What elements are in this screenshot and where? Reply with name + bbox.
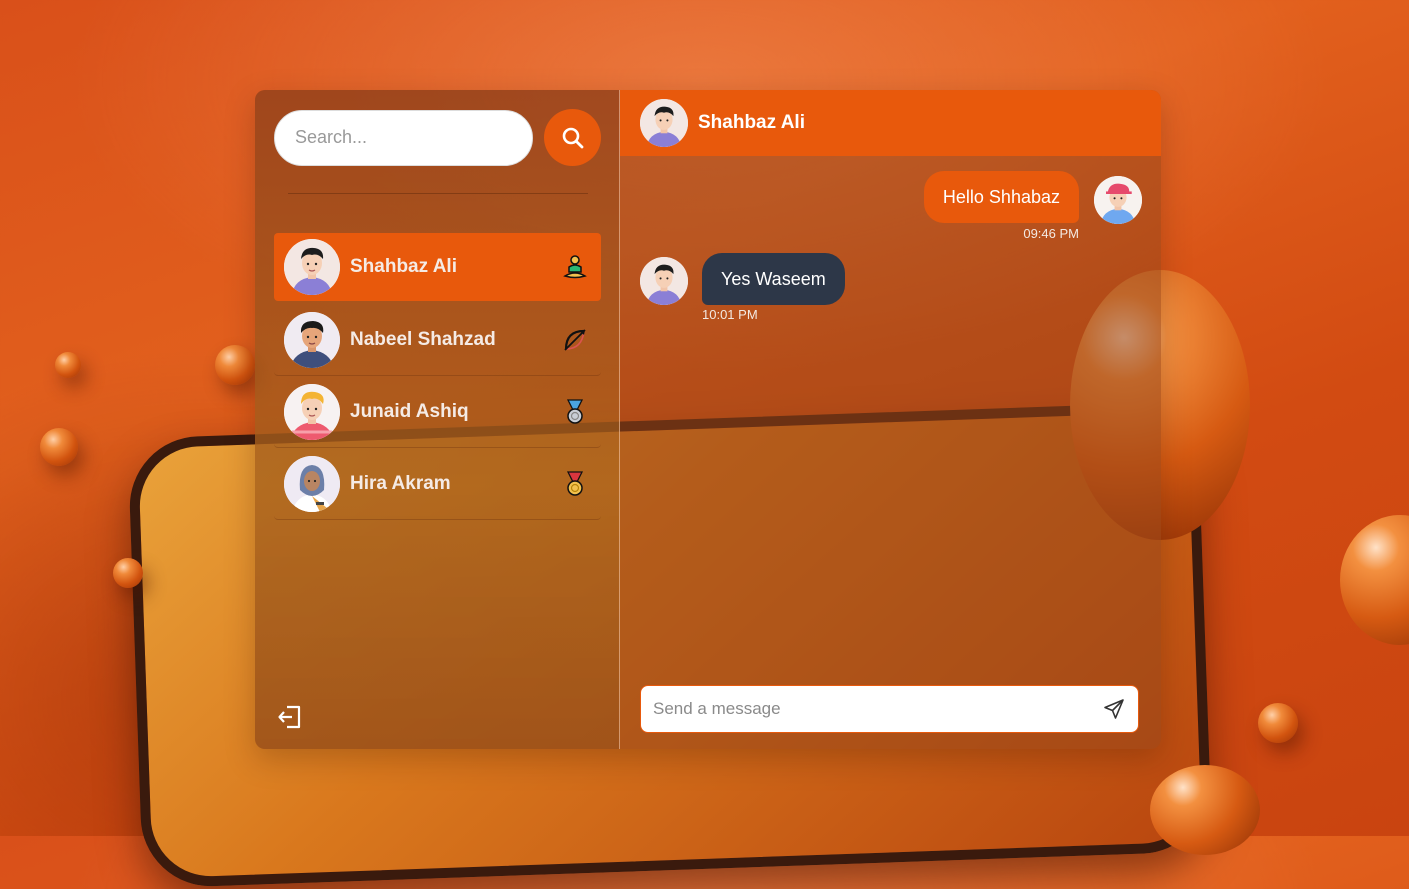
chat-contact-name: Shahbaz Ali: [698, 112, 805, 133]
message-input[interactable]: [641, 699, 1102, 719]
bow-arrow-icon: [564, 329, 586, 351]
background-bead: [113, 558, 143, 588]
chat-app-window: Shahbaz Ali: [255, 90, 1161, 749]
contact-name: Shahbaz Ali: [350, 256, 457, 277]
avatar: [284, 384, 340, 440]
background-bead: [55, 352, 81, 378]
background-bead: [1258, 703, 1298, 743]
search-icon: [562, 127, 583, 148]
message-timestamp: 10:01 PM: [702, 307, 758, 322]
gold-medal-icon: [566, 471, 584, 496]
avatar: [640, 257, 688, 305]
search-bar: [274, 109, 601, 166]
message-composer: [640, 685, 1139, 733]
meditation-icon: [563, 255, 587, 279]
contact-item-junaid-ashiq[interactable]: Junaid Ashiq: [274, 377, 601, 448]
sidebar-divider: [288, 193, 588, 194]
search-input[interactable]: [274, 109, 533, 166]
contact-name: Nabeel Shahzad: [350, 329, 496, 350]
silver-medal-icon: [566, 399, 584, 424]
message-bubble-incoming: Yes Waseem: [702, 253, 845, 305]
contact-name: Junaid Ashiq: [350, 401, 469, 422]
contact-name: Hira Akram: [350, 473, 451, 494]
search-button[interactable]: [544, 109, 601, 166]
contact-item-nabeel-shahzad[interactable]: Nabeel Shahzad: [274, 305, 601, 376]
sidebar: Shahbaz Ali: [255, 90, 620, 749]
contact-item-hira-akram[interactable]: Hira Akram: [274, 449, 601, 520]
logout-icon[interactable]: [277, 704, 303, 730]
avatar: [284, 239, 340, 295]
message-timestamp: 09:46 PM: [1023, 226, 1079, 241]
chat-panel: Shahbaz Ali Hello Shhabaz 09:46 PM Yes W…: [620, 90, 1161, 749]
contact-list: Shahbaz Ali Nabeel Shahzad Junaid Ashiq …: [274, 233, 601, 521]
message-bubble-outgoing: Hello Shhabaz: [923, 171, 1079, 223]
avatar: [640, 99, 688, 147]
background-bead: [40, 428, 78, 466]
avatar: [284, 456, 340, 512]
avatar: [284, 312, 340, 368]
avatar: [1094, 176, 1142, 224]
contact-item-shahbaz-ali[interactable]: Shahbaz Ali: [274, 233, 601, 301]
chat-header: Shahbaz Ali: [620, 90, 1161, 156]
background-sphere: [1340, 515, 1409, 645]
background-sphere: [1150, 765, 1260, 855]
send-icon[interactable]: [1102, 697, 1126, 721]
background-bead: [215, 345, 255, 385]
